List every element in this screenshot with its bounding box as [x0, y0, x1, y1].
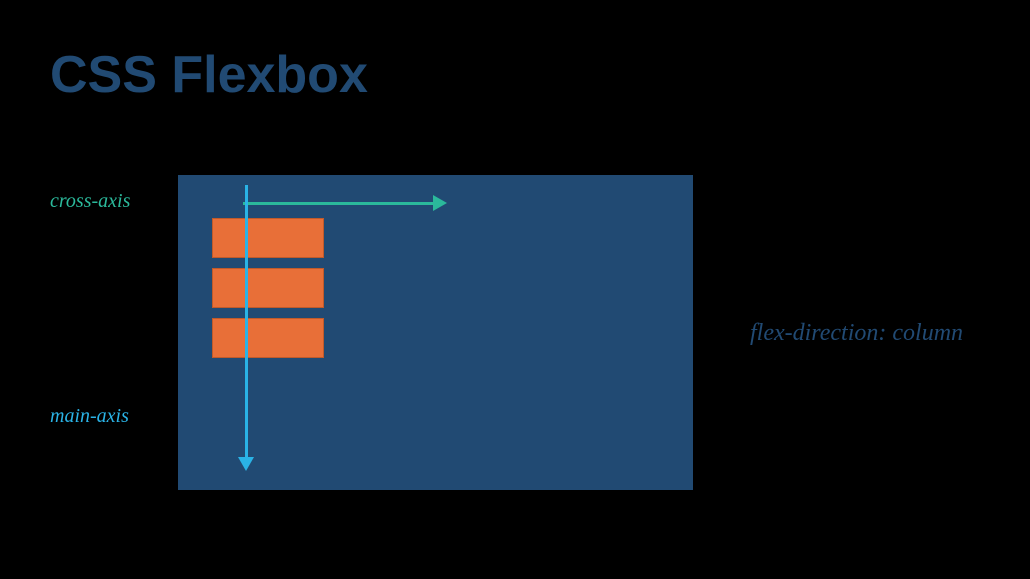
flex-direction-label: flex-direction: column [750, 320, 963, 347]
flex-item-2 [212, 268, 324, 308]
cross-axis-label: cross-axis [50, 190, 130, 213]
main-axis-label: main-axis [50, 405, 129, 428]
flex-item-1 [212, 218, 324, 258]
flex-item-3 [212, 318, 324, 358]
page-title: CSS Flexbox [50, 45, 368, 105]
